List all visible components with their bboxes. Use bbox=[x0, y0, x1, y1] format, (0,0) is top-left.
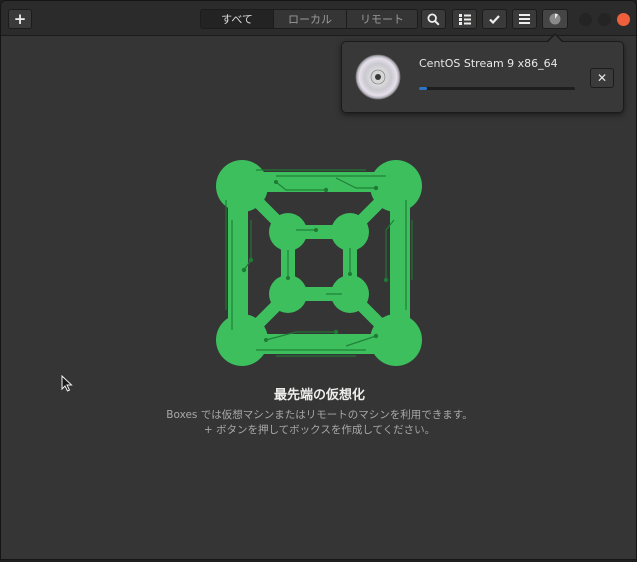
select-button[interactable] bbox=[482, 9, 507, 29]
vm-name: CentOS Stream 9 x86_64 bbox=[419, 57, 558, 70]
close-window-button[interactable] bbox=[617, 13, 630, 26]
downloads-icon bbox=[549, 13, 561, 25]
selection-check-icon bbox=[489, 14, 500, 24]
tab-local[interactable]: ローカル bbox=[274, 10, 347, 28]
boxes-logo bbox=[216, 160, 422, 366]
headerbar: + すべて ローカル リモート bbox=[1, 1, 636, 36]
download-popover: CentOS Stream 9 x86_64 ✕ bbox=[341, 41, 624, 113]
menu-icon bbox=[519, 14, 530, 24]
search-icon bbox=[427, 12, 440, 26]
empty-state-title: 最先端の仮想化 bbox=[273, 388, 365, 403]
cancel-download-button[interactable]: ✕ bbox=[590, 68, 614, 88]
mouse-cursor-icon bbox=[61, 375, 73, 392]
new-box-button[interactable]: + bbox=[8, 9, 32, 29]
empty-state-description: Boxes では仮想マシンまたはリモートのマシンを利用できます。 bbox=[166, 409, 473, 421]
popover-arrow-inner bbox=[547, 35, 563, 43]
download-progress-fill bbox=[419, 87, 427, 90]
cd-icon bbox=[355, 54, 401, 100]
tab-remote[interactable]: リモート bbox=[347, 10, 417, 28]
collection-switcher: すべて ローカル リモート bbox=[200, 9, 418, 29]
maximize-button[interactable] bbox=[598, 13, 611, 26]
empty-state-hint: + ボタンを押してボックスを作成してください。 bbox=[203, 424, 436, 436]
view-list-icon bbox=[458, 13, 471, 25]
download-progress-bar bbox=[419, 87, 575, 90]
search-button[interactable] bbox=[421, 9, 446, 29]
tab-all[interactable]: すべて bbox=[201, 10, 274, 28]
minimize-button[interactable] bbox=[579, 13, 592, 26]
main-menu-button[interactable] bbox=[512, 9, 537, 29]
downloads-button[interactable] bbox=[542, 9, 568, 29]
view-toggle-button[interactable] bbox=[452, 9, 477, 29]
